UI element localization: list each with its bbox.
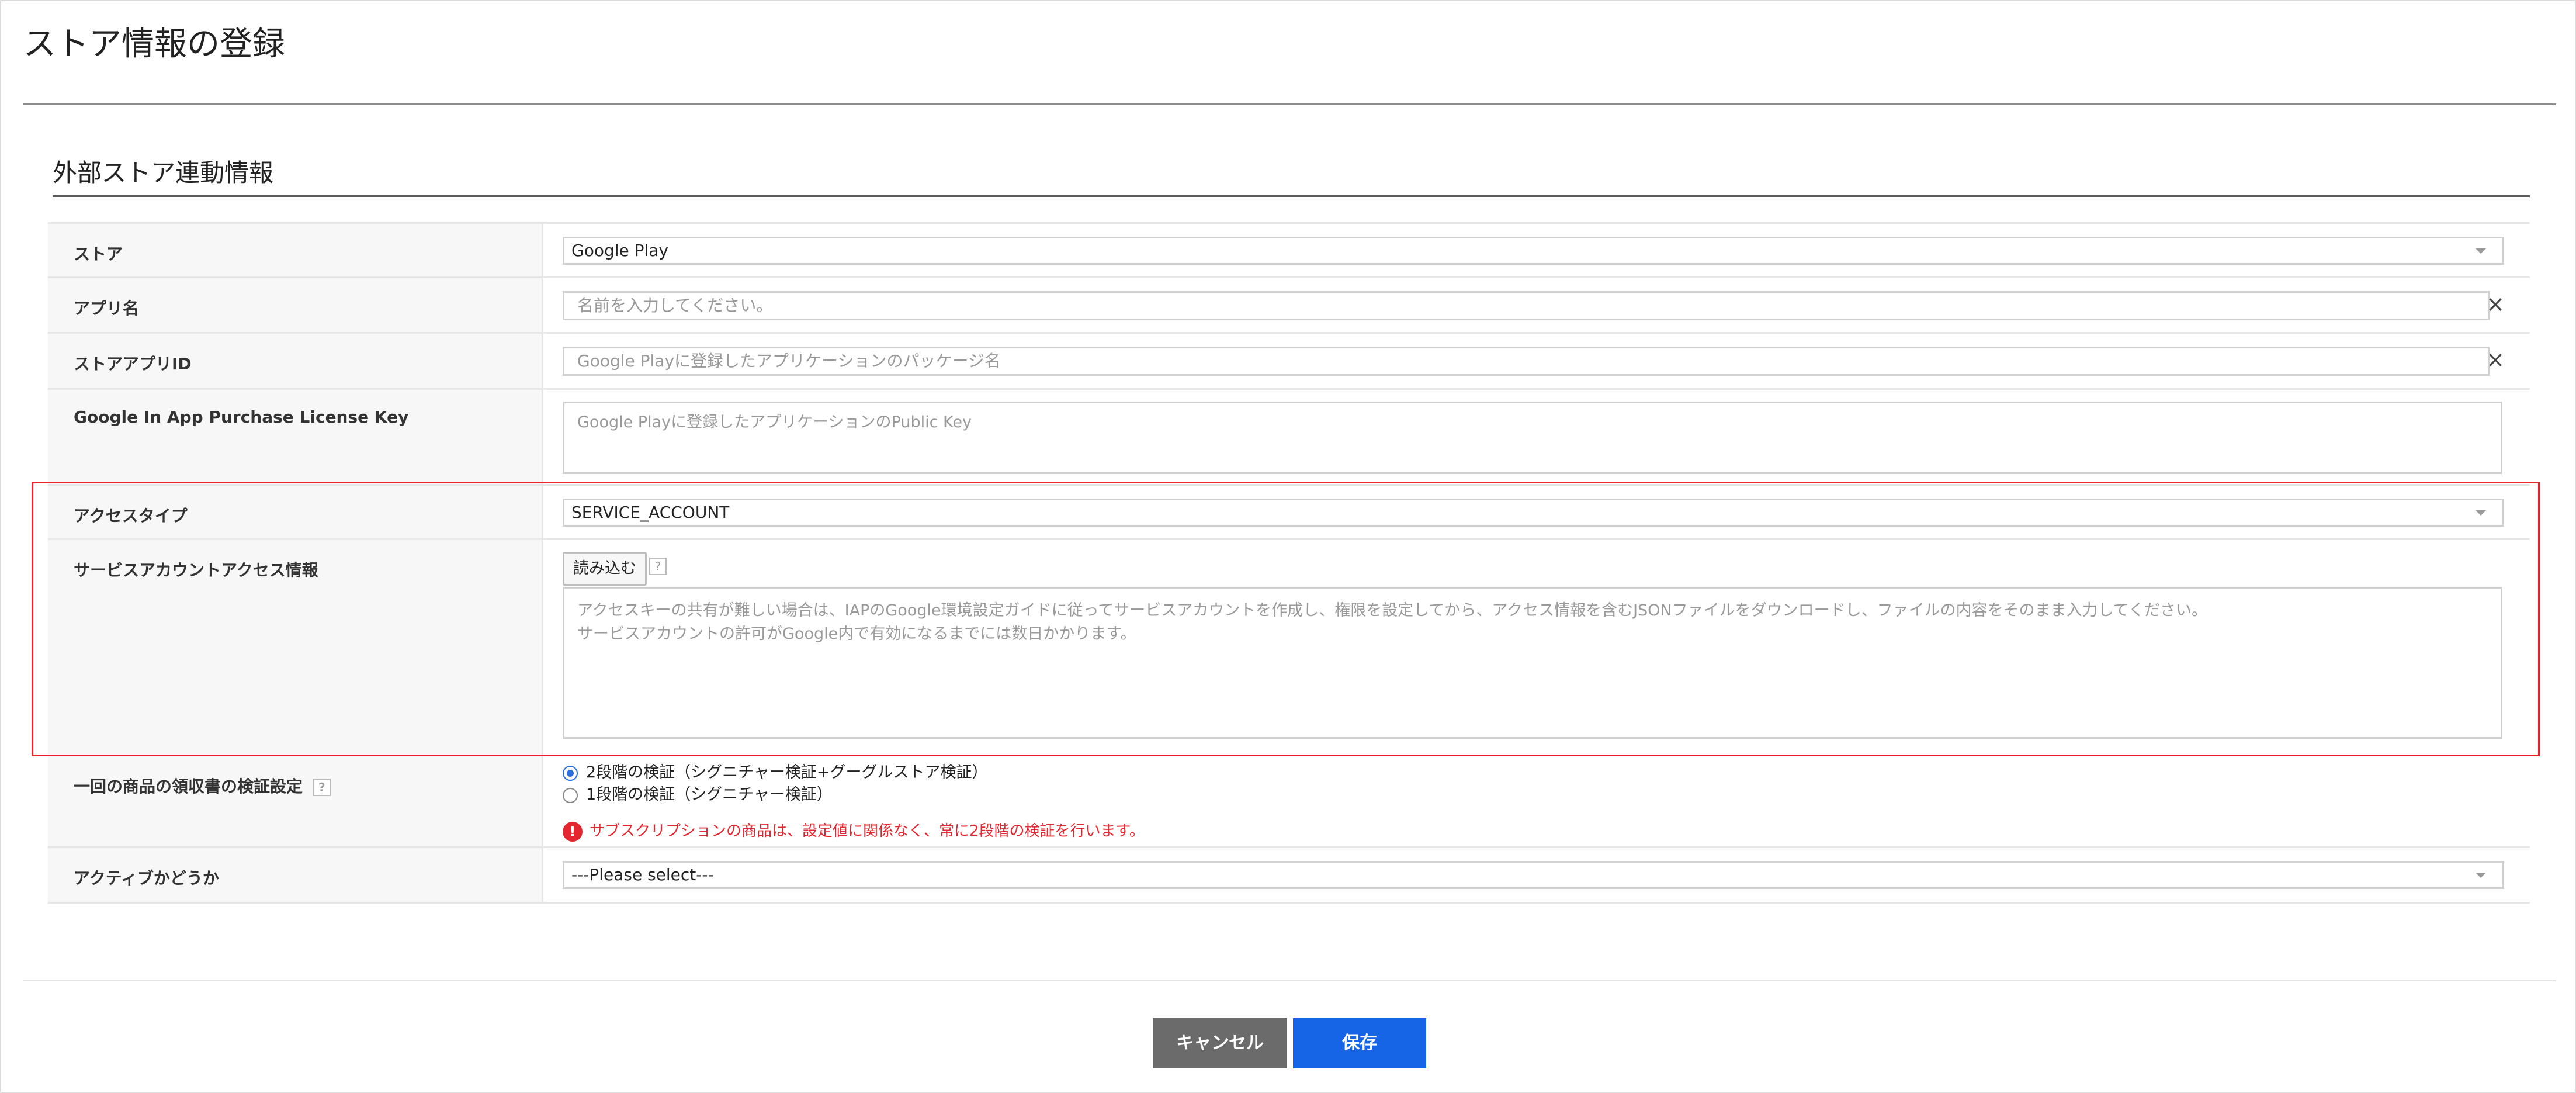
- section-divider: [53, 195, 2530, 197]
- radio-option-two-step-label: 2段階の検証（シグニチャー検証+グーグルストア検証）: [586, 763, 988, 781]
- license-key-label: Google In App Purchase License Key: [48, 390, 543, 486]
- section-title: 外部ストア連動情報: [53, 158, 274, 187]
- store-label: ストア: [48, 224, 543, 278]
- app-name-input[interactable]: 名前を入力してください。: [563, 291, 2490, 320]
- radio-option-one-step-label: 1段階の検証（シグニチャー検証）: [586, 786, 833, 804]
- receipt-verification-label: 一回の商品の領収書の検証設定 ?: [48, 756, 543, 848]
- clear-icon[interactable]: ×: [2485, 348, 2506, 371]
- license-key-placeholder: Google Playに登録したアプリケーションのPublic Key: [577, 413, 972, 431]
- row-app-name: アプリ名 名前を入力してください。 ×: [48, 276, 2530, 334]
- active-label: アクティブかどうか: [48, 848, 543, 902]
- subscription-warning-text: サブスクリプションの商品は、設定値に関係なく、常に2段階の検証を行います。: [590, 822, 1145, 840]
- clear-icon[interactable]: ×: [2485, 293, 2506, 315]
- store-app-id-label: ストアアプリID: [48, 334, 543, 390]
- chevron-down-icon: [2476, 873, 2486, 878]
- warning-icon: !: [563, 821, 583, 842]
- save-button[interactable]: 保存: [1293, 1018, 1426, 1068]
- page-title: ストア情報の登録: [23, 25, 285, 63]
- row-active: アクティブかどうか ---Please select---: [48, 846, 2530, 904]
- radio-unchecked-icon[interactable]: [563, 787, 578, 803]
- app-name-label: アプリ名: [48, 278, 543, 334]
- radio-checked-icon[interactable]: [563, 765, 578, 781]
- store-select-value: Google Play: [571, 241, 669, 260]
- active-select-value: ---Please select---: [571, 865, 714, 884]
- active-select[interactable]: ---Please select---: [563, 861, 2504, 889]
- chevron-down-icon: [2476, 248, 2486, 254]
- subscription-warning: ! サブスクリプションの商品は、設定値に関係なく、常に2段階の検証を行います。: [563, 819, 1145, 843]
- radio-option-two-step[interactable]: 2段階の検証（シグニチャー検証+グーグルストア検証）: [563, 762, 988, 783]
- footer-divider: [23, 980, 2556, 981]
- store-app-id-placeholder: Google Playに登録したアプリケーションのパッケージ名: [577, 351, 1001, 371]
- row-license-key: Google In App Purchase License Key Googl…: [48, 388, 2530, 486]
- row-store-app-id: ストアアプリID Google Playに登録したアプリケーションのパッケージ名…: [48, 332, 2530, 390]
- radio-option-one-step[interactable]: 1段階の検証（シグニチャー検証）: [563, 784, 833, 805]
- row-store: ストア Google Play: [48, 222, 2530, 278]
- help-icon[interactable]: ?: [313, 779, 331, 796]
- title-divider: [23, 103, 2556, 105]
- cancel-button[interactable]: キャンセル: [1153, 1018, 1287, 1068]
- store-select[interactable]: Google Play: [563, 237, 2504, 265]
- receipt-verification-label-text: 一回の商品の領収書の検証設定: [74, 777, 303, 796]
- store-app-id-input[interactable]: Google Playに登録したアプリケーションのパッケージ名: [563, 347, 2490, 376]
- row-receipt-verification: 一回の商品の領収書の検証設定 ? 2段階の検証（シグニチャー検証+グーグルストア…: [48, 755, 2530, 848]
- app-name-placeholder: 名前を入力してください。: [577, 296, 773, 315]
- highlight-box: [32, 482, 2540, 756]
- license-key-textarea[interactable]: Google Playに登録したアプリケーションのPublic Key: [563, 402, 2502, 474]
